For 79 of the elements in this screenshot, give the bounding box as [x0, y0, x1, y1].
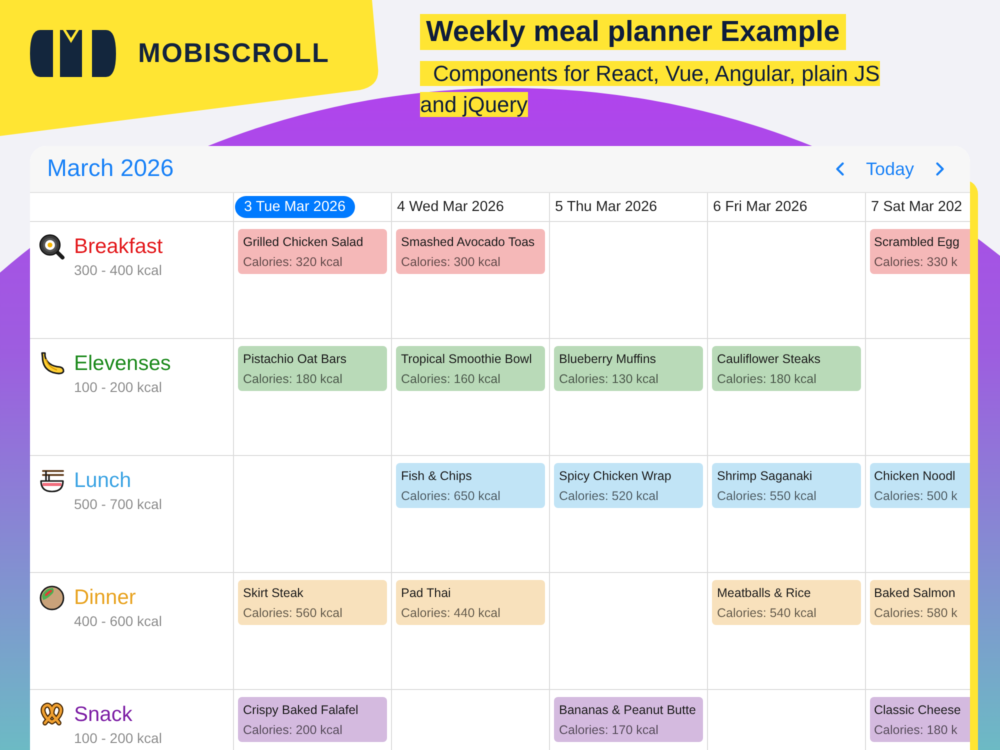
- event-title: Crispy Baked Falafel: [243, 702, 360, 719]
- event-calories: Calories: 130 kcal: [559, 371, 660, 388]
- calorie-range: 300 - 400 kcal: [74, 261, 163, 280]
- event-calories: Calories: 560 kcal: [243, 605, 344, 622]
- event-card[interactable]: Crispy Baked Falafel Calories: 200 kcal: [238, 697, 387, 742]
- event-calories: Calories: 160 kcal: [401, 371, 502, 388]
- event-calories: Calories: 300 kcal: [401, 254, 502, 271]
- event-title: Classic Cheese: [874, 702, 962, 719]
- day-header: 6 Fri Mar 2026: [712, 198, 808, 217]
- page-title: Weekly meal planner Example: [420, 14, 846, 50]
- calorie-range: 500 - 700 kcal: [74, 495, 162, 514]
- event-title: Skirt Steak: [243, 585, 304, 602]
- event-card[interactable]: Smashed Avocado Toas Calories: 300 kcal: [396, 229, 545, 274]
- event-calories: Calories: 500 k: [874, 488, 958, 505]
- day-header: 5 Thu Mar 2026: [554, 198, 658, 217]
- event-title: Scrambled Egg: [874, 234, 960, 251]
- event-calories: Calories: 580 k: [874, 605, 958, 622]
- event-card[interactable]: Cauliflower Steaks Calories: 180 kcal: [712, 346, 861, 391]
- event-card[interactable]: Pad Thai Calories: 440 kcal: [396, 580, 545, 625]
- event-card[interactable]: Pistachio Oat Bars Calories: 180 kcal: [238, 346, 387, 391]
- event-calories: Calories: 520 kcal: [559, 488, 660, 505]
- calorie-range: 100 - 200 kcal: [74, 729, 162, 748]
- event-card[interactable]: Bananas & Peanut Butte Calories: 170 kcal: [554, 697, 703, 742]
- event-title: Chicken Noodl: [874, 468, 956, 485]
- meal-name: Lunch: [74, 468, 132, 494]
- event-title: Meatballs & Rice: [717, 585, 812, 602]
- event-title: Baked Salmon: [874, 585, 956, 602]
- event-calories: Calories: 180 k: [874, 722, 958, 739]
- event-calories: Calories: 180 kcal: [717, 371, 818, 388]
- frying-pan-icon: [39, 234, 65, 260]
- event-title: Fish & Chips: [401, 468, 473, 485]
- event-title: Cauliflower Steaks: [717, 351, 822, 368]
- event-card[interactable]: Grilled Chicken Salad Calories: 320 kcal: [238, 229, 387, 274]
- event-card[interactable]: Shrimp Saganaki Calories: 550 kcal: [712, 463, 861, 508]
- event-calories: Calories: 200 kcal: [243, 722, 344, 739]
- event-title: Smashed Avocado Toas: [401, 234, 536, 251]
- event-calories: Calories: 440 kcal: [401, 605, 502, 622]
- event-calories: Calories: 180 kcal: [243, 371, 344, 388]
- event-calories: Calories: 170 kcal: [559, 722, 660, 739]
- event-card[interactable]: Blueberry Muffins Calories: 130 kcal: [554, 346, 703, 391]
- event-card[interactable]: Scrambled Egg Calories: 330 k: [870, 229, 970, 274]
- day-header: 7 Sat Mar 202: [870, 198, 964, 217]
- event-card[interactable]: Fish & Chips Calories: 650 kcal: [396, 463, 545, 508]
- day-header: 3 Tue Mar 2026: [235, 196, 355, 218]
- event-calories: Calories: 330 k: [874, 254, 958, 271]
- noodle-bowl-icon: [39, 468, 65, 494]
- event-card[interactable]: Baked Salmon Calories: 580 k: [870, 580, 970, 625]
- banana-icon: [39, 351, 65, 377]
- event-card[interactable]: Classic Cheese Calories: 180 k: [870, 697, 970, 742]
- wrap-icon: [39, 585, 65, 611]
- event-title: Pistachio Oat Bars: [243, 351, 348, 368]
- calorie-range: 400 - 600 kcal: [74, 612, 162, 631]
- event-card[interactable]: Spicy Chicken Wrap Calories: 520 kcal: [554, 463, 703, 508]
- logo-icon: [30, 30, 116, 77]
- meal-name: Elevenses: [74, 351, 171, 377]
- event-title: Tropical Smoothie Bowl: [401, 351, 533, 368]
- event-title: Blueberry Muffins: [559, 351, 658, 368]
- event-calories: Calories: 320 kcal: [243, 254, 344, 271]
- event-title: Shrimp Saganaki: [717, 468, 814, 485]
- event-title: Grilled Chicken Salad: [243, 234, 364, 251]
- month-title: March 2026: [47, 154, 174, 184]
- today-button[interactable]: Today: [860, 153, 920, 185]
- event-card[interactable]: Skirt Steak Calories: 560 kcal: [238, 580, 387, 625]
- event-card[interactable]: Meatballs & Rice Calories: 540 kcal: [712, 580, 861, 625]
- event-card[interactable]: Chicken Noodl Calories: 500 k: [870, 463, 970, 508]
- event-calories: Calories: 550 kcal: [717, 488, 818, 505]
- calorie-range: 100 - 200 kcal: [74, 378, 163, 397]
- event-title: Spicy Chicken Wrap: [559, 468, 672, 485]
- meal-name: Dinner: [74, 585, 137, 611]
- event-title: Pad Thai: [401, 585, 452, 602]
- pretzel-icon: [39, 702, 65, 728]
- event-calories: Calories: 650 kcal: [401, 488, 502, 505]
- day-header: 4 Wed Mar 2026: [396, 198, 505, 217]
- logo-text: MOBISCROLL: [138, 37, 330, 70]
- meal-name: Snack: [74, 702, 134, 728]
- event-title: Bananas & Peanut Butte: [559, 702, 697, 719]
- event-card[interactable]: Tropical Smoothie Bowl Calories: 160 kcal: [396, 346, 545, 391]
- meal-name: Breakfast: [74, 234, 163, 260]
- event-calories: Calories: 540 kcal: [717, 605, 818, 622]
